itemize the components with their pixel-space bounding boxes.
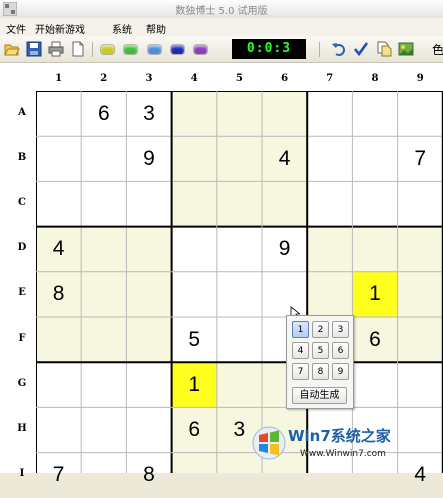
sudoku-cell[interactable]: 9 — [262, 227, 307, 272]
sudoku-cell[interactable]: 6 — [352, 317, 397, 362]
picture-icon[interactable] — [398, 41, 414, 57]
undo-icon[interactable] — [331, 41, 347, 57]
sudoku-cell[interactable]: 4 — [36, 227, 81, 272]
toolbar-label-right: 色 — [432, 43, 443, 57]
color-dot-dark-blue[interactable] — [171, 45, 184, 54]
windows-logo-icon — [252, 426, 286, 460]
sudoku-cell[interactable]: 1 — [172, 362, 217, 407]
print-icon[interactable] — [48, 41, 64, 57]
column-header: 3 — [145, 73, 153, 84]
sudoku-cell[interactable]: 9 — [126, 136, 171, 181]
menu-system[interactable]: 系统 — [112, 21, 132, 36]
toolbar: 色 — [0, 36, 443, 63]
sudoku-cell[interactable]: 1 — [352, 272, 397, 317]
number-pad-button-8[interactable]: 8 — [312, 363, 329, 380]
sudoku-cell[interactable]: 6 — [172, 407, 217, 452]
sudoku-cell[interactable]: 6 — [81, 91, 126, 136]
row-header: H — [17, 423, 27, 434]
watermark-url: Www.Winwin7.com — [300, 449, 386, 459]
menu-help[interactable]: 帮助 — [146, 21, 166, 36]
row-header: D — [17, 242, 27, 254]
menu-file[interactable]: 文件 — [6, 21, 26, 36]
number-pad-button-2[interactable]: 2 — [312, 321, 329, 338]
save-icon[interactable] — [26, 41, 42, 57]
row-header: C — [18, 197, 26, 208]
number-pad-button-5[interactable]: 5 — [312, 342, 329, 359]
menu-new-game[interactable]: 开始新游戏 — [35, 21, 85, 36]
column-header: 5 — [235, 73, 243, 84]
column-header: 2 — [100, 73, 108, 84]
sudoku-cell[interactable]: 5 — [172, 317, 217, 362]
watermark: Win7系统之家 Www.Winwin7.com — [250, 422, 443, 473]
number-pad-button-9[interactable]: 9 — [332, 363, 349, 380]
sudoku-cell[interactable]: 8 — [126, 453, 171, 498]
toolbar-separator — [92, 42, 93, 57]
row-header: B — [17, 151, 27, 163]
sudoku-cell[interactable]: 8 — [36, 272, 81, 317]
row-header: I — [19, 468, 25, 480]
copy-icon[interactable] — [376, 41, 392, 57]
color-dot-green[interactable] — [124, 45, 137, 54]
number-pad-button-7[interactable]: 7 — [292, 363, 309, 380]
number-pad-popup: 123 456 789 自动生成 — [286, 315, 354, 409]
row-header: G — [17, 377, 27, 389]
number-pad-button-6[interactable]: 6 — [332, 342, 349, 359]
column-header: 8 — [371, 73, 379, 84]
auto-generate-button[interactable]: 自动生成 — [292, 387, 347, 404]
check-icon[interactable] — [353, 41, 369, 57]
watermark-title: Win7系统之家 — [288, 427, 391, 445]
sudoku-cell[interactable]: 7 — [398, 136, 443, 181]
column-header: 6 — [281, 73, 289, 84]
number-pad-button-3[interactable]: 3 — [332, 321, 349, 338]
timer-display: 0:0:3 — [232, 39, 306, 59]
sudoku-cell[interactable]: 7 — [36, 453, 81, 498]
column-header: 7 — [326, 73, 334, 84]
row-header: E — [18, 287, 26, 299]
sudoku-cell[interactable]: 4 — [262, 136, 307, 181]
board-area: 123456789 ABCDEFGHI 63947498156163784 — [0, 63, 443, 486]
column-header: 1 — [55, 73, 63, 84]
number-pad-button-1[interactable]: 1 — [292, 321, 309, 338]
color-dot-light-blue[interactable] — [148, 45, 161, 54]
color-dot-purple[interactable] — [194, 45, 207, 54]
menu-bar: 文件 开始新游戏 系统 帮助 — [0, 18, 443, 36]
row-header: A — [18, 106, 26, 118]
toolbar-separator — [319, 42, 320, 57]
open-folder-icon[interactable] — [4, 41, 20, 57]
row-header: F — [18, 332, 26, 344]
sudoku-cell[interactable]: 3 — [126, 91, 171, 136]
title-bar: 数独博士 5.0 试用版 — [0, 0, 443, 19]
column-header: 9 — [416, 73, 424, 84]
color-dot-yellow[interactable] — [101, 45, 114, 54]
new-document-icon[interactable] — [70, 41, 86, 57]
column-header: 4 — [190, 73, 198, 84]
window-title: 数独博士 5.0 试用版 — [175, 6, 268, 17]
number-pad-button-4[interactable]: 4 — [292, 342, 309, 359]
